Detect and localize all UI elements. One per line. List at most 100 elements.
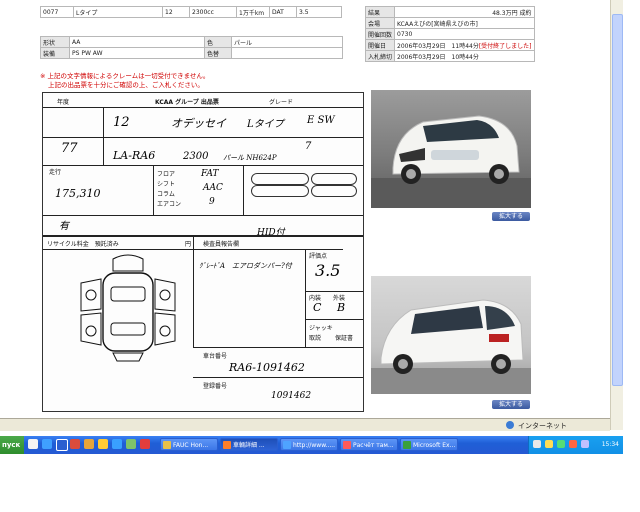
label-reg-no: 登録番号	[203, 383, 228, 390]
claim-warning-line2: 上記の出品票を十分にご確認の上、ご入札ください。	[48, 81, 204, 89]
desktop-icon[interactable]	[28, 439, 38, 449]
quick-launch-icon[interactable]	[112, 439, 122, 449]
window-icon	[163, 441, 171, 449]
auction-date-text: 2006年03月29日 11時44分	[397, 42, 479, 50]
label-warranty: 保証書	[335, 335, 354, 342]
label-chassis-no: 車台番号	[203, 353, 228, 360]
globe-icon	[506, 421, 514, 429]
taskbar-button-customs[interactable]: Расчёт там...	[340, 438, 398, 451]
car-photo-front[interactable]	[371, 90, 531, 208]
window-icon	[283, 441, 291, 449]
language-icon[interactable]	[533, 440, 541, 448]
auction-closed-note: [受付終了しました]	[478, 42, 532, 50]
hand-seats: 7	[305, 141, 312, 152]
label-shape: 形状	[40, 36, 70, 48]
label-mileage: 走行	[49, 169, 62, 176]
taskbar-button-http[interactable]: http://www.....	[280, 438, 338, 451]
label-jack: ジャッキ	[309, 325, 333, 332]
value-color: パール	[231, 36, 343, 48]
spec-year: 12	[162, 6, 190, 18]
start-button[interactable]: пуск	[0, 436, 24, 454]
label-floor: フロア	[157, 171, 176, 178]
spec-table-left: 0077 Lタイプ 12 2300cc 1万千km DAT 3.5	[40, 6, 342, 18]
quick-launch-icon-3[interactable]	[140, 439, 150, 449]
taskbar-button-label: Расчёт там...	[353, 442, 394, 449]
car-damage-diagram	[80, 254, 176, 362]
status-zone: インターネット	[518, 422, 567, 430]
hand-chassis-no: RA6-1091462	[229, 361, 305, 374]
spec-mileage: 1万千km	[236, 6, 270, 18]
label-aircon: エアコン	[157, 201, 182, 208]
label-column: コラム	[157, 191, 175, 198]
lot-number: 77	[61, 141, 78, 156]
hand-color: パール NH624P	[223, 154, 277, 162]
label-inspector: 検査員報告欄	[203, 241, 240, 248]
label-shift: シフト	[157, 181, 176, 188]
value-shape: AA	[69, 36, 205, 48]
label-recycle: リサイクル料金 預託済み	[47, 241, 119, 248]
sheet-header-year: 年度	[57, 99, 70, 106]
hand-yes: 有	[59, 221, 69, 232]
auction-sheet[interactable]: 年度 KCAA グループ 出品票 グレード 12 オデッセイ Lタイプ E SW…	[42, 92, 364, 412]
sheet-header-brand: KCAA グループ 出品票	[155, 99, 219, 106]
spec-table-right: 結果 48.3万円 成約 会場 KCAAえびの[宮崎県えびの市] 開催回数 07…	[364, 6, 535, 62]
spec-cc: 2300cc	[189, 6, 237, 18]
scrollbar-thumb[interactable]	[612, 14, 623, 386]
label-yen: 円	[185, 241, 192, 248]
hand-remark: ｸﾞﾚｰﾄﾞA エアロダンパー?付	[199, 262, 292, 270]
value-color-change	[231, 47, 343, 59]
folder-icon[interactable]	[84, 439, 94, 449]
vertical-scrollbar[interactable]	[610, 0, 623, 430]
label-score: 評価点	[309, 253, 328, 260]
taskbar-button-fauc[interactable]: FAUC Hon...	[160, 438, 218, 451]
label-result: 結果	[364, 6, 396, 18]
label-venue: 会場	[364, 17, 396, 29]
value-venue: KCAAえびの[宮崎県えびの市]	[394, 17, 535, 29]
network-icon[interactable]	[545, 440, 553, 448]
ie-icon[interactable]	[42, 439, 52, 449]
value-session: 0730	[394, 28, 535, 40]
value-auction-date: 2006年03月29日 11時44分[受付終了しました]	[394, 39, 535, 51]
tray-icon[interactable]	[569, 440, 577, 448]
system-tray: 15:34	[528, 436, 623, 454]
volume-icon[interactable]	[581, 440, 589, 448]
zoom-button-2[interactable]: 拡大する	[492, 400, 530, 409]
taskbar: пуск FAUC Hon... 車輌詳細 ... http://www....…	[0, 436, 623, 454]
taskbar-button-label: Microsoft Ex...	[413, 442, 456, 449]
claim-warning-line1: ※ 上記の文字情報によるクレームは一切受付できません。	[40, 72, 210, 80]
value-equipment: PS PW AW	[69, 47, 205, 59]
hand-cc: 2300	[183, 151, 209, 162]
hand-trans: FAT	[201, 169, 219, 179]
word-icon[interactable]	[56, 439, 68, 451]
hand-doors: 9	[209, 197, 215, 207]
label-manual: 取説	[309, 335, 322, 342]
antivirus-icon[interactable]	[557, 440, 565, 448]
taskbar-button-car-detail[interactable]: 車輌詳細 ...	[220, 438, 278, 451]
window-icon	[223, 441, 231, 449]
value-result: 48.3万円 成約	[394, 6, 535, 18]
clock[interactable]: 15:34	[602, 441, 619, 448]
hand-exterior: B	[337, 301, 346, 314]
taskbar-button-label: 車輌詳細 ...	[233, 442, 265, 449]
messenger-icon[interactable]	[98, 439, 108, 449]
hand-model: オデッセイ	[171, 117, 226, 130]
label-equipment: 装備	[40, 47, 70, 59]
hand-mileage: 175,310	[55, 187, 101, 200]
car-photo-rear[interactable]	[371, 276, 531, 394]
hand-type: E SW	[307, 115, 335, 126]
sheet-header-grade: グレード	[269, 99, 294, 106]
spec-grade: Lタイプ	[73, 6, 163, 18]
opera-icon[interactable]	[70, 439, 80, 449]
window-icon	[403, 441, 411, 449]
quick-launch-icon-2[interactable]	[126, 439, 136, 449]
spec-lot: 0077	[40, 6, 74, 18]
taskbar-button-excel[interactable]: Microsoft Ex...	[400, 438, 458, 451]
zoom-button-1[interactable]: 拡大する	[492, 212, 530, 221]
label-auction-date: 開催日	[364, 39, 396, 51]
taskbar-button-label: FAUC Hon...	[173, 442, 209, 449]
label-color-change: 色替	[204, 47, 232, 59]
hand-grade: Lタイプ	[247, 119, 284, 130]
browser-status-bar: インターネット	[0, 418, 610, 431]
hand-grade-score: 3.5	[315, 261, 341, 280]
spec-score: 3.5	[296, 6, 342, 18]
